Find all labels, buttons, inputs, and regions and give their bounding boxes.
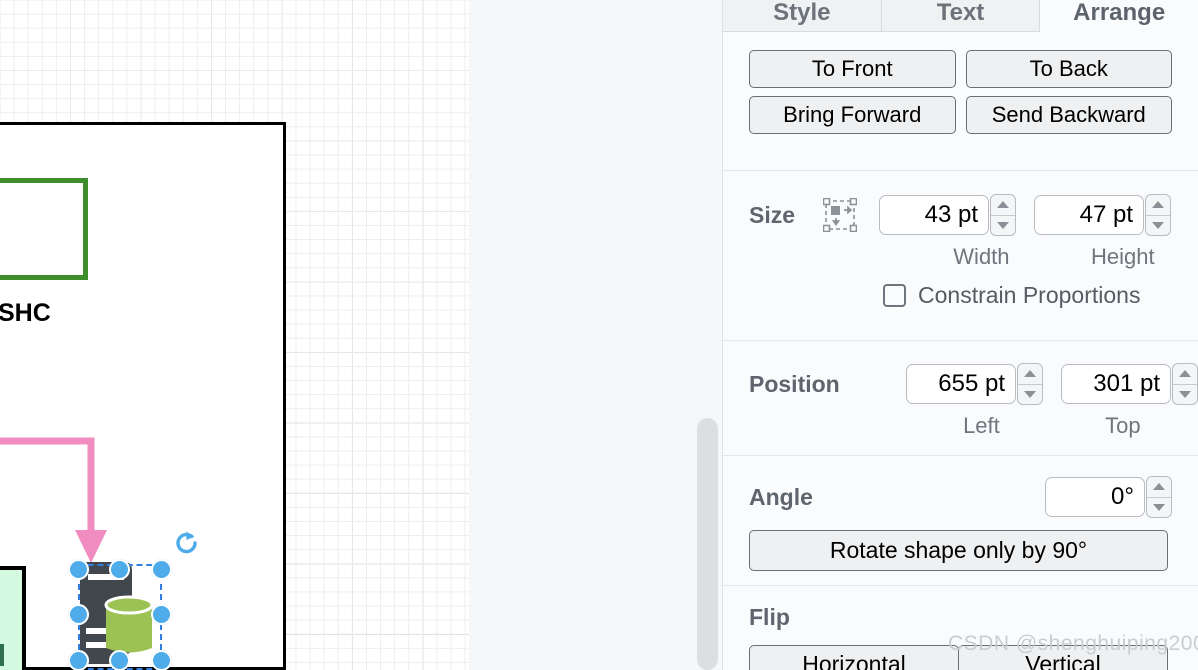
send-backward-button[interactable]: Send Backward — [965, 96, 1172, 134]
flip-section-title: Flip — [749, 604, 790, 630]
flip-buttons: Horizontal Vertical — [749, 645, 1168, 670]
canvas-vertical-scrollbar[interactable] — [697, 418, 718, 670]
section-position: Position 655 pt 301 pt Left Top — [723, 341, 1198, 456]
tab-arrange-label: Arrange — [1073, 0, 1166, 26]
width-sublabel: Width — [953, 244, 1010, 269]
angle-section-title: Angle — [749, 483, 813, 510]
position-row: Position — [723, 341, 1198, 405]
size-section-title: Size — [749, 201, 796, 228]
angle-stepper[interactable] — [1146, 476, 1172, 518]
selection-handle-bottom-right[interactable] — [151, 650, 172, 670]
to-back-button[interactable]: To Back — [965, 50, 1172, 88]
section-size: Size 43 pt 47 pt Width Height Constrain … — [723, 171, 1198, 341]
top-field-group — [1061, 363, 1198, 405]
tab-text[interactable]: Text — [881, 0, 1041, 32]
tab-arrange[interactable]: Arrange — [1040, 0, 1198, 32]
position-left-sublabel: Left — [963, 413, 1000, 438]
position-sublabels: Left Top — [723, 413, 1198, 439]
flip-vertical-button[interactable]: Vertical — [958, 645, 1168, 670]
selection-handle-top-left[interactable] — [68, 559, 89, 580]
order-button-grid: To Front To Back Bring Forward Send Back… — [749, 50, 1172, 134]
height-input[interactable] — [1034, 195, 1145, 235]
canvas-shape-green-rectangle[interactable] — [0, 178, 88, 280]
selection-handle-bottom-left[interactable] — [68, 650, 89, 670]
size-row: Size — [723, 171, 1198, 236]
position-top-stepper-down[interactable] — [1173, 385, 1197, 405]
tab-text-label: Text — [936, 0, 985, 26]
height-stepper-down[interactable] — [1146, 216, 1170, 236]
format-panel-tabs: Style Text Arrange — [723, 0, 1198, 32]
to-front-button[interactable]: To Front — [749, 50, 956, 88]
angle-stepper-down[interactable] — [1147, 498, 1171, 518]
bring-forward-button[interactable]: Bring Forward — [749, 96, 956, 134]
selection-handle-top-right[interactable] — [151, 559, 172, 580]
canvas-shape-mint-tick — [0, 644, 4, 666]
canvas-shape-label-shc: SHC — [0, 299, 51, 327]
rotate-shape-90-button[interactable]: Rotate shape only by 90° — [749, 530, 1168, 571]
position-top-input[interactable] — [1061, 364, 1171, 404]
tab-style-label: Style — [773, 0, 831, 26]
width-stepper-down[interactable] — [991, 216, 1015, 236]
height-sublabel: Height — [1091, 244, 1155, 269]
flip-button-row: Horizontal Vertical — [723, 631, 1198, 670]
section-flip: Flip Horizontal Vertical — [723, 586, 1198, 670]
constrain-proportions-row[interactable]: Constrain Proportions — [723, 282, 1198, 309]
width-stepper-up[interactable] — [991, 195, 1015, 215]
position-top-sublabel: Top — [1105, 413, 1141, 438]
constrain-proportions-checkbox[interactable] — [883, 284, 906, 307]
angle-stepper-up[interactable] — [1147, 477, 1171, 497]
angle-field-group — [1045, 476, 1172, 518]
section-angle: Angle Rotate shape only by 90° — [723, 456, 1198, 586]
left-field-group — [906, 363, 1043, 405]
height-stepper-up[interactable] — [1146, 195, 1170, 215]
position-left-input[interactable] — [906, 364, 1016, 404]
flip-title-row: Flip — [723, 586, 1198, 631]
height-stepper[interactable] — [1145, 194, 1172, 236]
constrain-proportions-label: Constrain Proportions — [918, 282, 1141, 308]
width-stepper[interactable] — [990, 194, 1017, 236]
position-top-stepper-up[interactable] — [1173, 364, 1197, 384]
width-input[interactable] — [879, 195, 990, 235]
angle-input[interactable] — [1045, 477, 1145, 517]
selection-handle-top-center[interactable] — [109, 559, 130, 580]
position-left-stepper-down[interactable] — [1018, 385, 1042, 405]
selection-handle-bottom-center[interactable] — [109, 650, 130, 670]
rotate-button-row: Rotate shape only by 90° — [723, 518, 1198, 571]
selection-handle-middle-right[interactable] — [151, 604, 172, 625]
width-field-group — [879, 194, 1017, 236]
app-root: SHC Style Text Arrange To Front To Back … — [0, 0, 1198, 670]
canvas-gutter — [469, 0, 722, 670]
autosize-icon[interactable] — [823, 198, 858, 232]
selection-handle-middle-left[interactable] — [68, 604, 89, 625]
section-order: To Front To Back Bring Forward Send Back… — [723, 32, 1198, 171]
size-sublabels: Width Height — [723, 244, 1198, 270]
height-field-group — [1034, 194, 1172, 236]
angle-row: Angle — [723, 456, 1198, 518]
position-top-stepper[interactable] — [1172, 363, 1198, 405]
flip-horizontal-button[interactable]: Horizontal — [749, 645, 959, 670]
position-left-stepper-up[interactable] — [1018, 364, 1042, 384]
rotate-icon[interactable] — [174, 530, 200, 556]
position-left-stepper[interactable] — [1017, 363, 1043, 405]
diagram-canvas[interactable]: SHC — [0, 0, 469, 670]
tab-style[interactable]: Style — [723, 0, 882, 32]
format-panel: Style Text Arrange To Front To Back Brin… — [722, 0, 1198, 670]
position-section-title: Position — [749, 370, 840, 397]
